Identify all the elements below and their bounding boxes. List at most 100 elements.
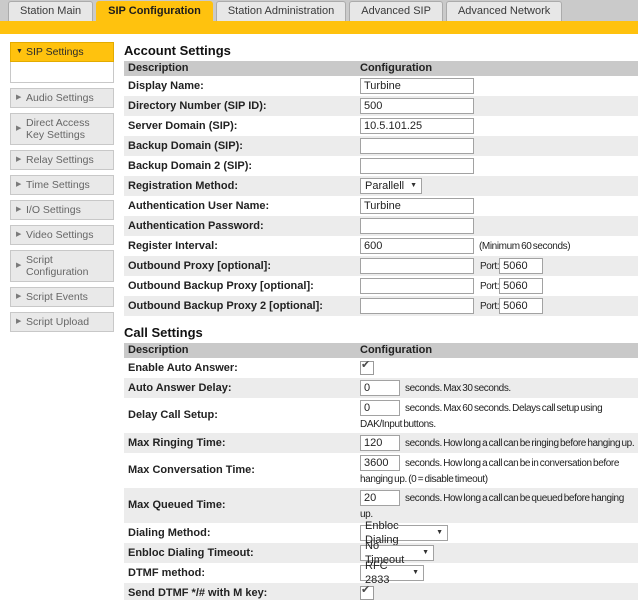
- port-label: Port:: [480, 301, 499, 312]
- accent-bar: [0, 21, 638, 34]
- sidebar-item-label: I/O Settings: [26, 204, 81, 216]
- sidebar-item-direct-access-key-settings[interactable]: ▶Direct Access Key Settings: [10, 113, 114, 145]
- setting-row-backup-domain-2-sip: Backup Domain 2 (SIP):: [124, 156, 638, 176]
- tab-advanced-sip[interactable]: Advanced SIP: [349, 1, 443, 21]
- setting-label: DTMF method:: [124, 566, 358, 581]
- dropdown-arrow-icon: ▼: [410, 179, 417, 193]
- setting-value-cell: Port:: [358, 276, 638, 296]
- check-icon: ✔: [361, 584, 370, 596]
- tab-sip-configuration[interactable]: SIP Configuration: [96, 1, 213, 21]
- max-queued-time-input[interactable]: [360, 490, 400, 506]
- main-content: Account SettingsDescriptionConfiguration…: [124, 34, 638, 600]
- setting-label: Authentication Password:: [124, 219, 358, 234]
- chevron-right-icon: ▶: [16, 316, 21, 328]
- setting-value-cell: seconds. Max 30 seconds.: [358, 378, 638, 398]
- sidebar-item-script-upload[interactable]: ▶Script Upload: [10, 312, 114, 332]
- sidebar-item-label: Video Settings: [26, 229, 94, 241]
- setting-label: Backup Domain (SIP):: [124, 139, 358, 154]
- setting-row-delay-call-setup: Delay Call Setup:seconds. Max 60 seconds…: [124, 398, 638, 433]
- setting-comment: seconds. Max 30 seconds.: [405, 383, 511, 394]
- sidebar-item-relay-settings[interactable]: ▶Relay Settings: [10, 150, 114, 170]
- sidebar-item-label: Script Events: [26, 291, 88, 303]
- sidebar-item-script-configuration[interactable]: ▶Script Configuration: [10, 250, 114, 282]
- sidebar-item-label: SIP Settings: [26, 46, 84, 58]
- outbound-backup-proxy-optional-input[interactable]: [360, 278, 474, 294]
- settings-sections: Account SettingsDescriptionConfiguration…: [124, 43, 638, 600]
- authentication-user-name-input[interactable]: [360, 198, 474, 214]
- outbound-proxy-optional-input[interactable]: [360, 258, 474, 274]
- setting-value-cell: seconds. Max 60 seconds. Delays call set…: [358, 398, 638, 433]
- setting-value-cell: ✔: [358, 583, 638, 600]
- setting-value-cell: RFC 2833▼: [358, 563, 638, 583]
- table-header-row: DescriptionConfiguration: [124, 61, 638, 76]
- setting-value-cell: (Minimum 60 seconds): [358, 236, 638, 256]
- chevron-right-icon: ▶: [16, 179, 21, 191]
- sidebar-item-time-settings[interactable]: ▶Time Settings: [10, 175, 114, 195]
- setting-value-cell: [358, 116, 638, 136]
- setting-comment: seconds. How long a call can be ringing …: [405, 438, 634, 449]
- setting-value-cell: [358, 196, 638, 216]
- registration-method-select[interactable]: Parallell▼: [360, 178, 422, 194]
- tab-bar: Station MainSIP ConfigurationStation Adm…: [0, 0, 638, 21]
- outbound-backup-proxy-2-optional-port-input[interactable]: [499, 298, 543, 314]
- auto-answer-delay-input[interactable]: [360, 380, 400, 396]
- sidebar-item-sip-settings[interactable]: ▼SIP Settings: [10, 42, 114, 62]
- send-dtmf-with-m-key-checkbox[interactable]: ✔: [360, 586, 374, 600]
- setting-label: Display Name:: [124, 79, 358, 94]
- delay-call-setup-input[interactable]: [360, 400, 400, 416]
- server-domain-sip-input[interactable]: [360, 118, 474, 134]
- column-header-configuration: Configuration: [358, 61, 638, 76]
- tab-station-main[interactable]: Station Main: [8, 1, 93, 21]
- setting-label: Max Queued Time:: [124, 498, 358, 513]
- setting-value-cell: [358, 136, 638, 156]
- chevron-right-icon: ▶: [16, 92, 21, 104]
- sidebar-item-i-o-settings[interactable]: ▶I/O Settings: [10, 200, 114, 220]
- setting-value-cell: seconds. How long a call can be queued b…: [358, 488, 638, 523]
- enable-auto-answer-checkbox[interactable]: ✔: [360, 361, 374, 375]
- chevron-right-icon: ▶: [16, 260, 21, 272]
- outbound-proxy-optional-port-input[interactable]: [499, 258, 543, 274]
- setting-row-backup-domain-sip: Backup Domain (SIP):: [124, 136, 638, 156]
- max-ringing-time-input[interactable]: [360, 435, 400, 451]
- directory-number-sip-id-input[interactable]: [360, 98, 474, 114]
- setting-value-cell: seconds. How long a call can be in conve…: [358, 453, 638, 488]
- chevron-right-icon: ▶: [16, 229, 21, 241]
- setting-comment: (Minimum 60 seconds): [479, 241, 570, 252]
- sidebar-item-video-settings[interactable]: ▶ Video Settings: [10, 225, 114, 245]
- column-header-description: Description: [124, 343, 358, 358]
- setting-row-outbound-backup-proxy-optional: Outbound Backup Proxy [optional]: Port:: [124, 276, 638, 296]
- tab-advanced-network[interactable]: Advanced Network: [446, 1, 562, 21]
- setting-value-cell: seconds. How long a call can be ringing …: [358, 433, 638, 453]
- setting-label: Dialing Method:: [124, 526, 358, 541]
- backup-domain-2-sip-input[interactable]: [360, 158, 474, 174]
- chevron-right-icon: ▶: [16, 291, 21, 303]
- setting-value-cell: ✔: [358, 358, 638, 378]
- setting-row-max-queued-time: Max Queued Time:seconds. How long a call…: [124, 488, 638, 523]
- setting-row-display-name: Display Name:: [124, 76, 638, 96]
- backup-domain-sip-input[interactable]: [360, 138, 474, 154]
- sidebar-item-script-events[interactable]: ▶ Script Events: [10, 287, 114, 307]
- sidebar-item-audio-settings[interactable]: ▶Audio Settings: [10, 88, 114, 108]
- setting-value-cell: [358, 156, 638, 176]
- setting-label: Register Interval:: [124, 239, 358, 254]
- max-conversation-time-input[interactable]: [360, 455, 400, 471]
- dtmf-method-select[interactable]: RFC 2833▼: [360, 565, 424, 581]
- outbound-backup-proxy-2-optional-input[interactable]: [360, 298, 474, 314]
- register-interval-input[interactable]: [360, 238, 474, 254]
- table-header-row: DescriptionConfiguration: [124, 343, 638, 358]
- display-name-input[interactable]: [360, 78, 474, 94]
- dropdown-arrow-icon: ▼: [436, 526, 443, 540]
- authentication-password-input[interactable]: [360, 218, 474, 234]
- port-label: Port:: [480, 281, 499, 292]
- outbound-backup-proxy-optional-port-input[interactable]: [499, 278, 543, 294]
- setting-row-register-interval: Register Interval: (Minimum 60 seconds): [124, 236, 638, 256]
- column-header-configuration: Configuration: [358, 343, 638, 358]
- settings-table: DescriptionConfigurationDisplay Name:Dir…: [124, 61, 638, 316]
- setting-label: Auto Answer Delay:: [124, 381, 358, 396]
- tab-station-administration[interactable]: Station Administration: [216, 1, 346, 21]
- sidebar: ▼SIP Settings ▶Audio Settings ▶Direct Acce…: [10, 42, 114, 337]
- setting-label: Outbound Backup Proxy [optional]:: [124, 279, 358, 294]
- column-header-description: Description: [124, 61, 358, 76]
- setting-row-outbound-backup-proxy-2-optional: Outbound Backup Proxy 2 [optional]:Port:: [124, 296, 638, 316]
- section-title: Account Settings: [124, 43, 638, 58]
